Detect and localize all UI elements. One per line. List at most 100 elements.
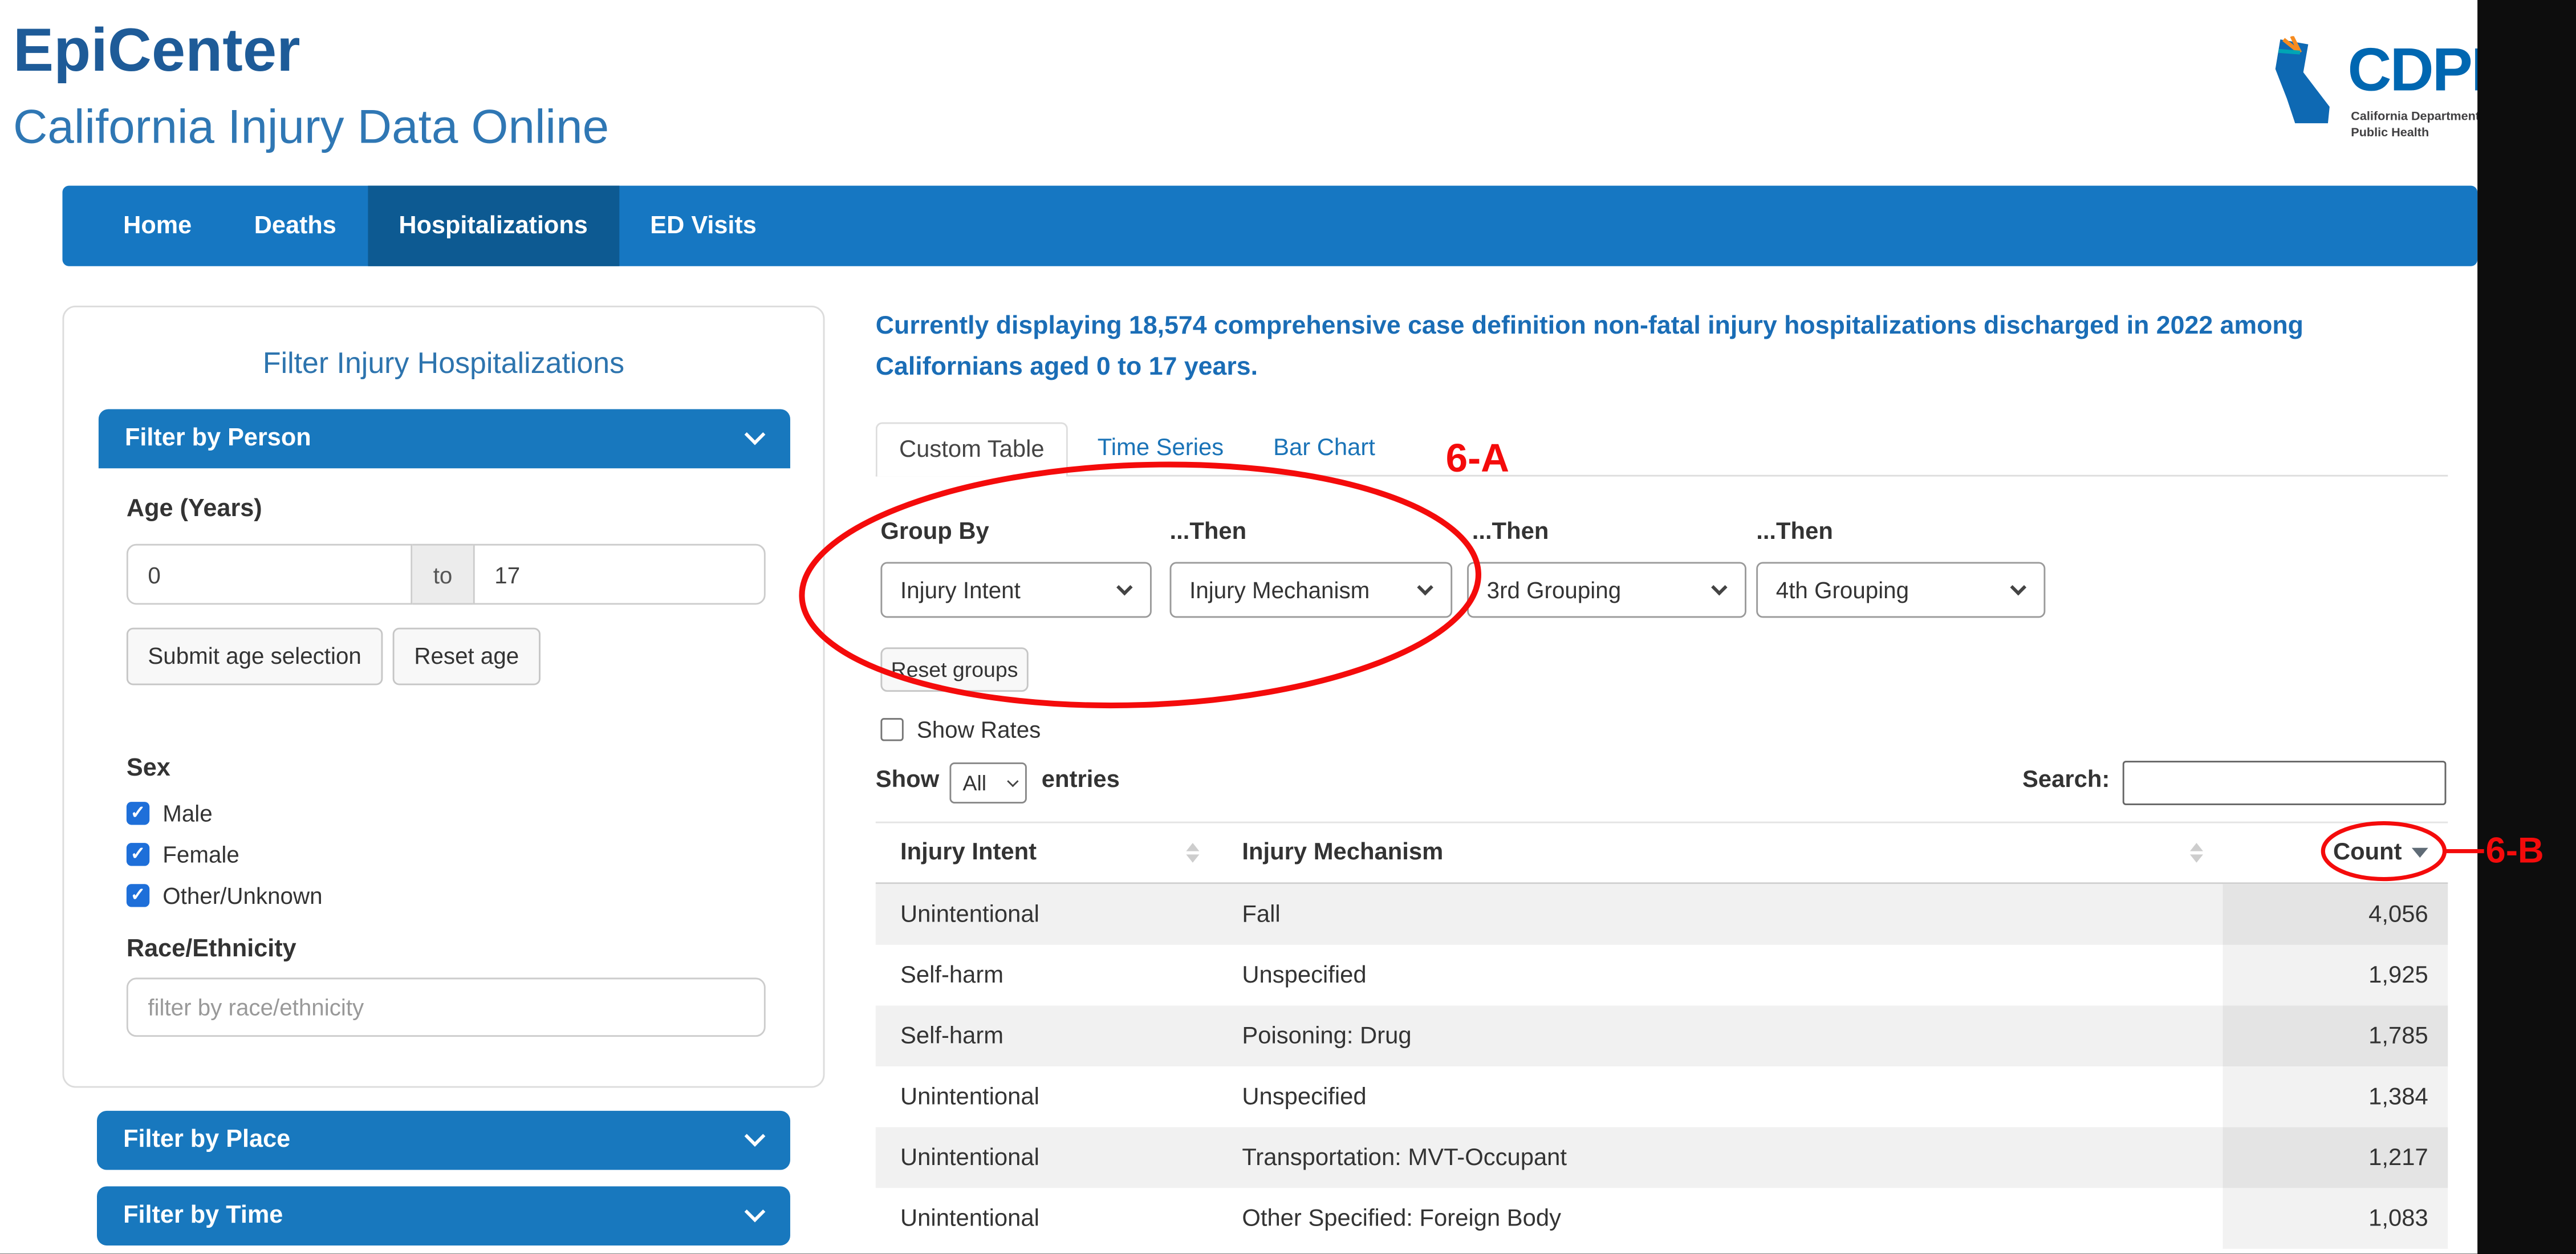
then-label-4: ...Then [1756, 520, 1833, 546]
filter-panel-title: Filter Injury Hospitalizations [64, 347, 823, 382]
sex-option-label: Female [162, 841, 239, 867]
filter-by-time-header[interactable]: Filter by Time [97, 1186, 790, 1245]
nav-item-deaths[interactable]: Deaths [223, 186, 368, 266]
sex-option-label: Other/Unknown [162, 882, 322, 908]
show-entries-label: Show [876, 768, 939, 794]
sort-both-icon [2190, 843, 2203, 863]
fourth-grouping-select[interactable]: 4th Grouping [1756, 562, 2045, 618]
page: EpiCenter California Injury Data Online … [0, 0, 2576, 1254]
fourth-grouping-select-value: 4th Grouping [1776, 577, 1909, 603]
column-header-injury-mechanism[interactable]: Injury Mechanism [1216, 823, 2222, 883]
logo-caption-line1: California Department of [2351, 108, 2494, 123]
cell-injury-mechanism: Poisoning: Drug [1216, 1005, 2222, 1066]
cell-count: 1,217 [2223, 1127, 2448, 1188]
table-row: Unintentional Transportation: MVT-Occupa… [876, 1127, 2448, 1188]
cell-injury-mechanism: Unspecified [1216, 945, 2222, 1006]
column-header-label: Count [2333, 839, 2402, 866]
app-title: EpiCenter [13, 17, 300, 86]
show-rates-checkbox[interactable]: Show Rates [880, 713, 1041, 746]
chevron-down-icon [1007, 776, 1018, 787]
logo-caption-line2: Public Health [2351, 125, 2429, 140]
column-header-injury-intent[interactable]: Injury Intent [876, 823, 1216, 883]
screen-right-black-strip [2477, 0, 2576, 1254]
entries-suffix-label: entries [1042, 768, 1120, 794]
table-row: Unintentional Unspecified 1,384 [876, 1066, 2448, 1127]
second-grouping-select[interactable]: Injury Mechanism [1170, 562, 1453, 618]
age-label: Age (Years) [127, 494, 262, 522]
filter-by-time-label: Filter by Time [123, 1201, 283, 1229]
cell-injury-intent: Unintentional [876, 1127, 1216, 1188]
age-from-input[interactable] [127, 544, 412, 605]
cell-injury-mechanism: Transportation: MVT-Occupant [1216, 1127, 2222, 1188]
tab-custom-table[interactable]: Custom Table [876, 423, 1068, 477]
chevron-down-icon [745, 1202, 766, 1223]
second-grouping-select-value: Injury Mechanism [1189, 577, 1370, 603]
results-table: Injury Intent Injury Mechanism Count Uni… [876, 822, 2448, 1249]
submit-age-button[interactable]: Submit age selection [127, 628, 383, 685]
cell-injury-intent: Unintentional [876, 1188, 1216, 1249]
nav-item-ed-visits[interactable]: ED Visits [619, 186, 788, 266]
race-ethnicity-label: Race/Ethnicity [127, 935, 296, 963]
race-ethnicity-input[interactable] [127, 977, 766, 1037]
group-by-select-value: Injury Intent [900, 577, 1021, 603]
results-summary: Currently displaying 18,574 comprehensiv… [876, 306, 2449, 388]
checkbox-checked-icon: ✓ [127, 843, 149, 866]
cell-count: 4,056 [2223, 884, 2448, 945]
cdph-logo: CDPH California Department of Public Hea… [2272, 33, 2486, 168]
cell-injury-mechanism: Other Specified: Foreign Body [1216, 1188, 2222, 1249]
nav-item-hospitalizations[interactable]: Hospitalizations [368, 186, 619, 266]
third-grouping-select[interactable]: 3rd Grouping [1467, 562, 1746, 618]
table-header-row: Injury Intent Injury Mechanism Count [876, 822, 2448, 884]
filter-by-place-header[interactable]: Filter by Place [97, 1111, 790, 1170]
column-header-label: Injury Intent [900, 839, 1037, 866]
main-navigation: Home Deaths Hospitalizations ED Visits [62, 186, 2477, 266]
search-input[interactable] [2123, 761, 2447, 805]
nav-item-home[interactable]: Home [92, 186, 223, 266]
app-subtitle: California Injury Data Online [13, 102, 609, 156]
cell-count: 1,925 [2223, 945, 2448, 1006]
cell-count: 1,384 [2223, 1066, 2448, 1127]
tab-time-series[interactable]: Time Series [1098, 436, 1224, 462]
show-rates-label: Show Rates [917, 716, 1041, 742]
cell-injury-mechanism: Unspecified [1216, 1066, 2222, 1127]
table-row: Self-harm Poisoning: Drug 1,785 [876, 1005, 2448, 1066]
sex-option-female[interactable]: ✓ Female [127, 838, 239, 871]
cell-count: 1,785 [2223, 1005, 2448, 1066]
cell-injury-intent: Unintentional [876, 884, 1216, 945]
sex-label: Sex [127, 754, 170, 782]
sex-option-male[interactable]: ✓ Male [127, 797, 213, 830]
filter-by-person-header[interactable]: Filter by Person [99, 409, 790, 468]
age-to-connector: to [412, 544, 473, 605]
california-state-icon [2272, 36, 2341, 128]
age-to-input[interactable] [473, 544, 766, 605]
then-label-3: ...Then [1472, 520, 1549, 546]
tab-bar-chart[interactable]: Bar Chart [1273, 436, 1375, 462]
age-range-input-group: to [127, 544, 766, 605]
sex-option-other-unknown[interactable]: ✓ Other/Unknown [127, 879, 323, 912]
chevron-down-icon [745, 424, 766, 445]
tab-underline [876, 475, 2448, 477]
search-label: Search: [2022, 768, 2110, 794]
filter-by-place-label: Filter by Place [123, 1126, 290, 1154]
table-row: Self-harm Unspecified 1,925 [876, 945, 2448, 1006]
sort-both-icon [1186, 843, 1199, 863]
third-grouping-select-value: 3rd Grouping [1487, 577, 1621, 603]
chevron-down-icon [1116, 579, 1133, 596]
filter-by-person-label: Filter by Person [125, 424, 311, 452]
group-by-select[interactable]: Injury Intent [880, 562, 1151, 618]
chevron-down-icon [745, 1126, 766, 1147]
column-header-count[interactable]: Count [2223, 823, 2448, 883]
cell-injury-intent: Self-harm [876, 945, 1216, 1006]
checkbox-unchecked-icon [880, 718, 903, 741]
entries-count-select[interactable]: All [949, 762, 1026, 803]
reset-groups-button[interactable]: Reset groups [880, 647, 1028, 692]
then-label-2: ...Then [1170, 520, 1247, 546]
checkbox-checked-icon: ✓ [127, 884, 149, 907]
checkbox-checked-icon: ✓ [127, 802, 149, 825]
reset-age-button[interactable]: Reset age [393, 628, 541, 685]
group-by-label: Group By [880, 520, 989, 546]
entries-count-value: All [963, 770, 987, 795]
cell-count: 1,083 [2223, 1188, 2448, 1249]
sort-descending-icon [2412, 848, 2428, 858]
table-row: Unintentional Fall 4,056 [876, 884, 2448, 945]
